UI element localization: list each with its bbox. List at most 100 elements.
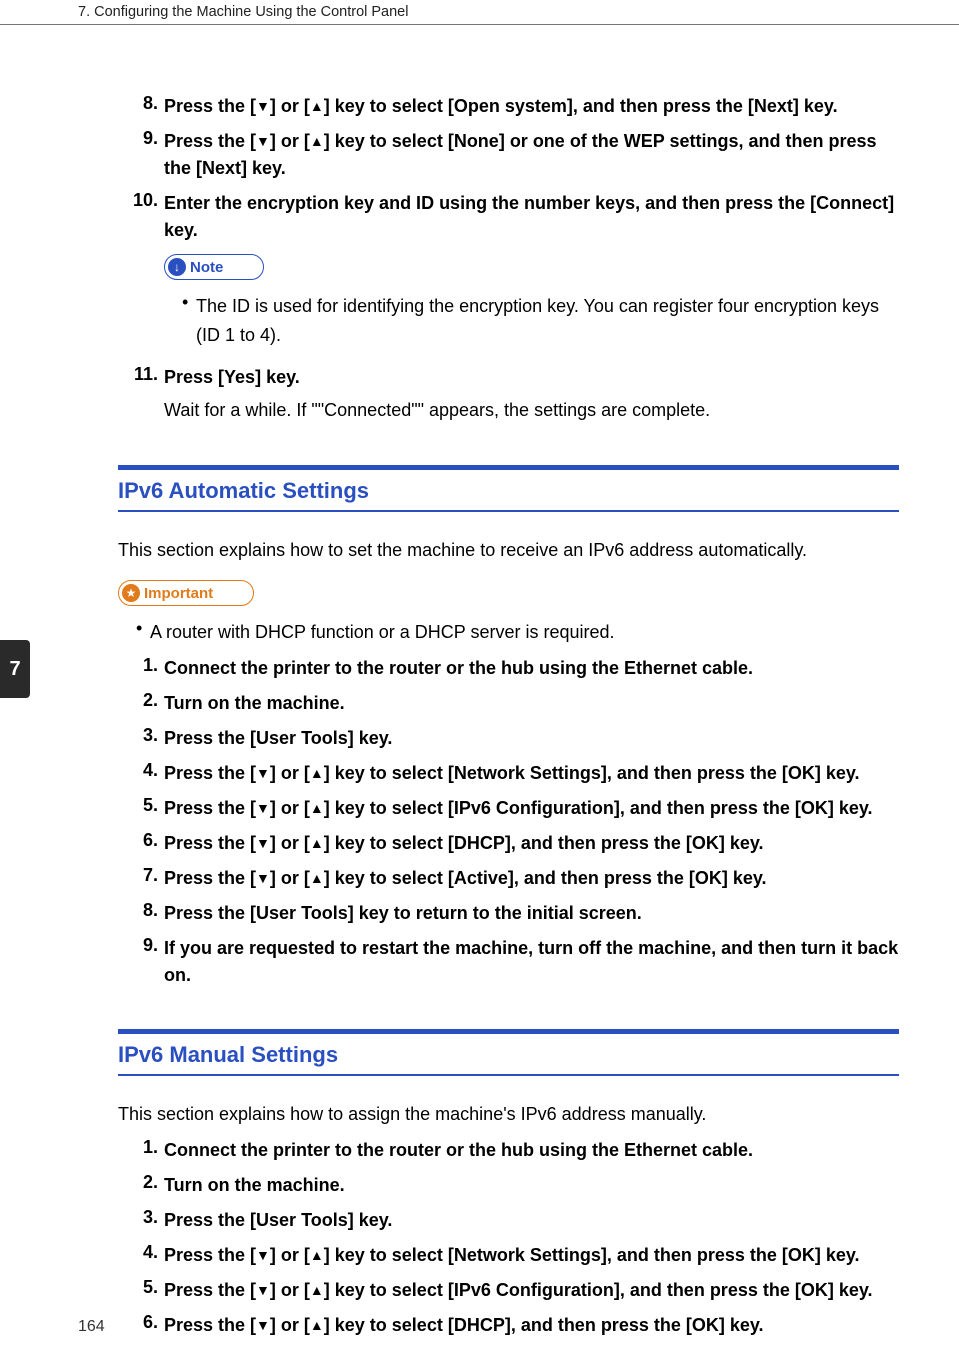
bullet-text: The ID is used for identifying the encry… [196,292,899,350]
step-number: 5. [118,795,164,822]
down-arrow-icon: ▼ [256,800,270,816]
section-intro: This section explains how to set the mac… [118,536,899,565]
step-number: 1. [118,1137,164,1164]
step-text: Press the [▼] or [▲] key to select [IPv6… [164,1277,899,1304]
step-number: 8. [118,900,164,927]
up-arrow-icon: ▲ [310,1282,324,1298]
step-body: Press the [User Tools] key. [164,1207,899,1234]
down-arrow-icon: ▼ [256,870,270,886]
step-text: Press the [▼] or [▲] key to select [IPv6… [164,795,899,822]
step-body: Press the [▼] or [▲] key to select [Netw… [164,1242,899,1269]
section-title-ipv6-manual: IPv6 Manual Settings [118,1034,899,1074]
step-number: 4. [118,1242,164,1269]
important-bullet: •A router with DHCP function or a DHCP s… [136,618,899,647]
step-body: Press the [▼] or [▲] key to select [IPv6… [164,795,899,822]
step-text: Press the [▼] or [▲] key to select [Open… [164,93,899,120]
step-number: 4. [118,760,164,787]
step-number: 2. [118,690,164,717]
numbered-step: 7.Press the [▼] or [▲] key to select [Ac… [118,865,899,892]
up-arrow-icon: ▲ [310,1247,324,1263]
note-icon: ↓ [168,258,186,276]
step-number: 5. [118,1277,164,1304]
step-body: Connect the printer to the router or the… [164,655,899,682]
step-body: Press the [User Tools] key to return to … [164,900,899,927]
step-body: Press the [▼] or [▲] key to select [DHCP… [164,830,899,857]
down-arrow-icon: ▼ [256,1317,270,1333]
numbered-step: 2.Turn on the machine. [118,690,899,717]
step-number: 6. [118,830,164,857]
up-arrow-icon: ▲ [310,800,324,816]
section-divider-thin [118,510,899,512]
step-body: Press the [▼] or [▲] key to select [Netw… [164,760,899,787]
up-arrow-icon: ▲ [310,765,324,781]
step-body: Press [Yes] key. Wait for a while. If ""C… [164,364,899,426]
up-arrow-icon: ▲ [310,870,324,886]
step-number: 2. [118,1172,164,1199]
step-number: 10. [118,190,164,356]
numbered-step: 10.Enter the encryption key and ID using… [118,190,899,356]
step-number: 7. [118,865,164,892]
numbered-step: 4.Press the [▼] or [▲] key to select [Ne… [118,760,899,787]
numbered-step: 8.Press the [▼] or [▲] key to select [Op… [118,93,899,120]
step-text: Press the [▼] or [▲] key to select [DHCP… [164,1312,899,1339]
page-content: 8.Press the [▼] or [▲] key to select [Op… [0,25,899,1339]
step-text: Press the [▼] or [▲] key to select [None… [164,128,899,182]
step-text: Turn on the machine. [164,690,899,717]
step-text: Press the [User Tools] key. [164,1207,899,1234]
step-number: 8. [118,93,164,120]
down-arrow-icon: ▼ [256,835,270,851]
numbered-step: 8.Press the [User Tools] key to return t… [118,900,899,927]
step-number: 6. [118,1312,164,1339]
section-intro: This section explains how to assign the … [118,1100,899,1129]
chapter-thumb-tab: 7 [0,640,30,698]
step-text: Connect the printer to the router or the… [164,655,899,682]
step-number: 1. [118,655,164,682]
numbered-step: 1.Connect the printer to the router or t… [118,655,899,682]
step-text: Press the [▼] or [▲] key to select [DHCP… [164,830,899,857]
page-number: 164 [78,1318,105,1336]
step-number: 3. [118,1207,164,1234]
numbered-step: 5.Press the [▼] or [▲] key to select [IP… [118,795,899,822]
step-text: Enter the encryption key and ID using th… [164,190,899,244]
step-body: Turn on the machine. [164,1172,899,1199]
up-arrow-icon: ▲ [310,133,324,149]
step-followup: Wait for a while. If ""Connected"" appea… [164,395,899,426]
up-arrow-icon: ▲ [310,1317,324,1333]
important-callout: ★ Important [118,580,254,606]
step-text: Press the [User Tools] key. [164,725,899,752]
section-divider-thin [118,1074,899,1076]
step-body: Press the [▼] or [▲] key to select [DHCP… [164,1312,899,1339]
numbered-step: 9.Press the [▼] or [▲] key to select [No… [118,128,899,182]
step-body: If you are requested to restart the mach… [164,935,899,989]
numbered-step: 11.Press [Yes] key. Wait for a while. If … [118,364,899,426]
numbered-step: 4.Press the [▼] or [▲] key to select [Ne… [118,1242,899,1269]
step-text: Turn on the machine. [164,1172,899,1199]
up-arrow-icon: ▲ [310,835,324,851]
step-number: 3. [118,725,164,752]
step-body: Press the [▼] or [▲] key to select [None… [164,128,899,182]
step-text: Connect the printer to the router or the… [164,1137,899,1164]
down-arrow-icon: ▼ [256,133,270,149]
numbered-step: 9.If you are requested to restart the ma… [118,935,899,989]
numbered-step: 2.Turn on the machine. [118,1172,899,1199]
numbered-step: 6.Press the [▼] or [▲] key to select [DH… [118,1312,899,1339]
step-text: Press [Yes] key. [164,364,899,391]
numbered-step: 6.Press the [▼] or [▲] key to select [DH… [118,830,899,857]
step-body: Press the [User Tools] key. [164,725,899,752]
numbered-step: 3.Press the [User Tools] key. [118,1207,899,1234]
down-arrow-icon: ▼ [256,765,270,781]
numbered-step: 1.Connect the printer to the router or t… [118,1137,899,1164]
step-text: Press the [▼] or [▲] key to select [Acti… [164,865,899,892]
step-text: Press the [▼] or [▲] key to select [Netw… [164,760,899,787]
step-text: If you are requested to restart the mach… [164,935,899,989]
bullet-text: A router with DHCP function or a DHCP se… [150,618,899,647]
down-arrow-icon: ▼ [256,98,270,114]
up-arrow-icon: ▲ [310,98,324,114]
numbered-step: 3.Press the [User Tools] key. [118,725,899,752]
important-icon: ★ [122,584,140,602]
step-number: 11. [118,364,164,426]
note-bullet: •The ID is used for identifying the encr… [182,292,899,350]
down-arrow-icon: ▼ [256,1247,270,1263]
step-number: 9. [118,935,164,989]
step-body: Enter the encryption key and ID using th… [164,190,899,356]
